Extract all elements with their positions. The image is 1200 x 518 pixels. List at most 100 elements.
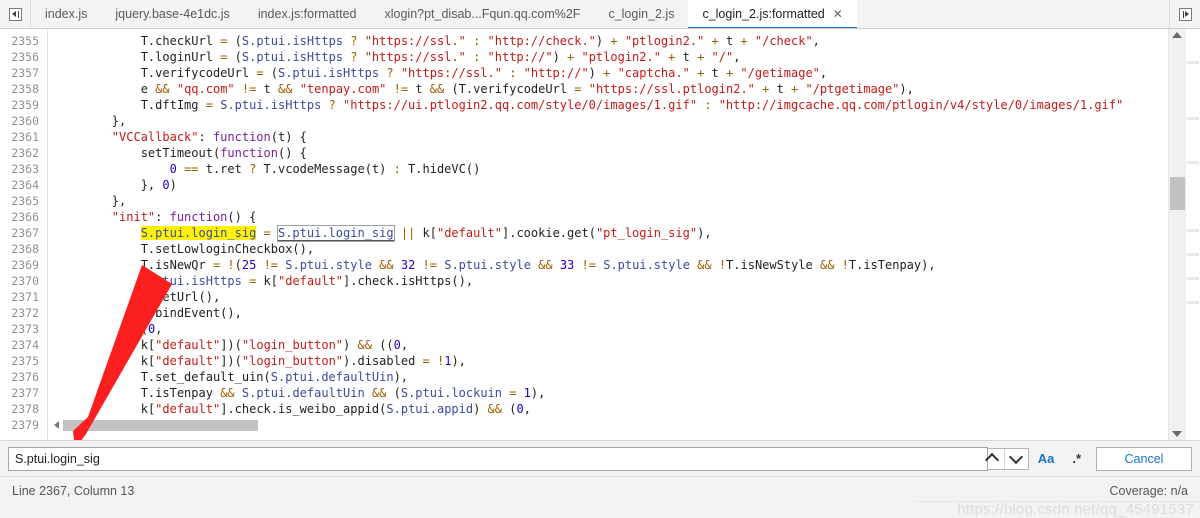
find-bar: ✕ 1 of 4 Aa .* Cancel bbox=[0, 440, 1200, 476]
code-token: ( bbox=[393, 386, 401, 400]
code-line[interactable]: T.isTenpay && S.ptui.defaultUin && (S.pt… bbox=[48, 385, 1168, 401]
code-token: , bbox=[819, 66, 828, 80]
tab-4[interactable]: c_login_2.js bbox=[594, 0, 689, 28]
code-line[interactable]: "init": function() { bbox=[48, 209, 1168, 225]
code-line[interactable]: }, 0) bbox=[48, 177, 1168, 193]
code-token: T.checkUrl bbox=[140, 34, 221, 48]
code-token: != bbox=[422, 258, 445, 272]
code-token: function bbox=[220, 146, 278, 160]
search-input[interactable] bbox=[15, 448, 981, 469]
tab-5[interactable]: c_login_2.js:formatted ✕ bbox=[688, 0, 858, 28]
horizontal-scrollbar-thumb[interactable] bbox=[63, 419, 258, 431]
code-token: S.ptui.style bbox=[603, 258, 698, 272]
active-search-match: S.ptui.login_sig bbox=[140, 226, 257, 240]
code-token: ])( bbox=[220, 354, 242, 368]
code-line[interactable]: }, bbox=[48, 193, 1168, 209]
scroll-down-arrow-icon[interactable] bbox=[1172, 431, 1182, 437]
tab-3[interactable]: xlogin?pt_disab...Fqun.qq.com%2F bbox=[370, 0, 595, 28]
scroll-left-arrow-icon[interactable] bbox=[54, 421, 59, 429]
code-line[interactable]: T.setLowloginCheckbox(), bbox=[48, 241, 1168, 257]
code-line[interactable]: "VCCallback": function(t) { bbox=[48, 129, 1168, 145]
code-token: : bbox=[155, 210, 170, 224]
vertical-scrollbar[interactable] bbox=[1168, 29, 1185, 440]
horizontal-scrollbar[interactable] bbox=[48, 417, 1168, 433]
tab-2[interactable]: index.js:formatted bbox=[243, 0, 371, 28]
code-token: "login_button" bbox=[241, 338, 344, 352]
code-token: (t) { bbox=[270, 130, 307, 144]
code-token: T.loginUrl bbox=[140, 50, 221, 64]
code-token: != bbox=[393, 82, 416, 96]
code-line[interactable]: S.ptui.login_sig = S.ptui.login_sig || k… bbox=[48, 225, 1168, 242]
tab-0[interactable]: index.js bbox=[31, 0, 102, 28]
tab-list: index.js jquery.base-4e1dc.js index.js:for… bbox=[31, 0, 1169, 28]
code-token: "default" bbox=[155, 402, 221, 416]
code-token: + bbox=[762, 82, 777, 96]
line-number: 2365 bbox=[11, 194, 39, 208]
code-line[interactable]: k["default"].check.is_weibo_appid(S.ptui… bbox=[48, 401, 1168, 417]
code-token: ) bbox=[595, 34, 611, 48]
line-number: 2375 bbox=[11, 354, 39, 368]
code-line[interactable]: (0, bbox=[48, 321, 1168, 337]
tab-close-icon[interactable]: ✕ bbox=[833, 8, 843, 20]
code-line[interactable]: 0 == t.ret ? T.vcodeMessage(t) : T.hideV… bbox=[48, 161, 1168, 177]
line-number: 2369 bbox=[11, 258, 39, 272]
code-token: != bbox=[581, 258, 604, 272]
tab-nav-left-button[interactable] bbox=[0, 0, 31, 28]
code-token: }, bbox=[140, 178, 163, 192]
code-token: 0 bbox=[516, 402, 524, 416]
code-line[interactable]: S.ptui.isHttps = k["default"].check.isHt… bbox=[48, 273, 1168, 289]
line-number: 2363 bbox=[11, 162, 39, 176]
code-token: S.ptui.lockuin bbox=[400, 386, 510, 400]
code-line[interactable]: T.dftImg = S.ptui.isHttps ? "https://ui.… bbox=[48, 97, 1168, 113]
code-token: = bbox=[220, 50, 235, 64]
code-token: 1 bbox=[523, 386, 531, 400]
code-token: T.isNewQr bbox=[140, 258, 213, 272]
code-line[interactable]: T.bindEvent(), bbox=[48, 305, 1168, 321]
code-line[interactable]: setTimeout(function() { bbox=[48, 145, 1168, 161]
code-line[interactable]: }, bbox=[48, 113, 1168, 129]
code-token: T.verifycodeUrl bbox=[458, 82, 575, 96]
vertical-scrollbar-thumb[interactable] bbox=[1170, 177, 1185, 210]
code-token: 0 bbox=[162, 178, 170, 192]
regex-toggle[interactable]: .* bbox=[1072, 451, 1081, 466]
code-token: T.isTenpay bbox=[140, 386, 221, 400]
code-token: "default" bbox=[436, 226, 502, 240]
code-token: , bbox=[155, 322, 163, 336]
line-number: 2372 bbox=[11, 306, 39, 320]
code-token: T.setLowloginCheckbox(), bbox=[140, 242, 315, 256]
code-editor[interactable]: 2355 2356 2357 2358 2359 2360 2361 2362 2363 2364… bbox=[0, 29, 1168, 440]
code-token: T.isTenpay bbox=[848, 258, 922, 272]
cancel-button[interactable]: Cancel bbox=[1096, 446, 1192, 471]
code-token: && bbox=[155, 82, 177, 96]
code-token: "https://ssl." bbox=[400, 66, 510, 80]
code-line[interactable]: k["default"])("login_button") && ((0, bbox=[48, 337, 1168, 353]
line-number: 2359 bbox=[11, 98, 39, 112]
find-input-wrapper[interactable] bbox=[8, 446, 988, 471]
code-line[interactable]: k["default"])("login_button").disabled =… bbox=[48, 353, 1168, 369]
code-line[interactable]: T.setUrl(), bbox=[48, 289, 1168, 305]
code-line[interactable]: e && "qq.com" != t && "tenpay.com" != t … bbox=[48, 81, 1168, 97]
code-token: k bbox=[263, 274, 271, 288]
tab-nav-right-button[interactable] bbox=[1169, 0, 1200, 28]
code-line[interactable]: T.loginUrl = (S.ptui.isHttps ? "https://… bbox=[48, 49, 1168, 65]
tab-1[interactable]: jquery.base-4e1dc.js bbox=[101, 0, 244, 28]
code-line[interactable]: T.set_default_uin(S.ptui.defaultUin), bbox=[48, 369, 1168, 385]
match-case-toggle[interactable]: Aa bbox=[1038, 451, 1055, 466]
scroll-up-arrow-icon[interactable] bbox=[1172, 32, 1182, 38]
code-token: S.ptui.isHttps bbox=[241, 34, 351, 48]
code-content[interactable]: T.checkUrl = ( S.ptui.isHttps ? "https://… bbox=[48, 29, 1168, 440]
code-token: S.ptui.isHttps bbox=[140, 274, 250, 288]
code-line[interactable]: T.verifycodeUrl = (S.ptui.isHttps ? "htt… bbox=[48, 65, 1168, 81]
editor-tab-bar: index.js jquery.base-4e1dc.js index.js:for… bbox=[0, 0, 1200, 29]
code-line[interactable]: T.isNewQr = !(25 != S.ptui.style && 32 !… bbox=[48, 257, 1168, 273]
code-token: function bbox=[169, 210, 228, 224]
code-token: setTimeout bbox=[140, 146, 213, 160]
code-line[interactable]: T.checkUrl = (S.ptui.isHttps ? "https://… bbox=[48, 33, 1168, 49]
code-token: "init" bbox=[111, 210, 156, 224]
find-next-button[interactable] bbox=[1003, 448, 1028, 469]
code-token: ? bbox=[350, 50, 365, 64]
